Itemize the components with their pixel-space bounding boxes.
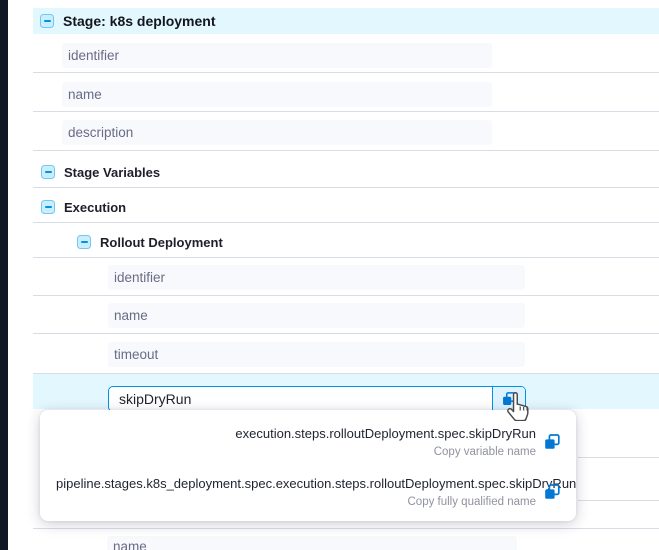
field-label: name (68, 87, 102, 102)
step-identifier-field[interactable]: identifier (108, 265, 525, 290)
section-label: Execution (64, 200, 126, 215)
copy-variable-name-caption: Copy variable name (56, 446, 536, 458)
stage-header-row[interactable]: Stage: k8s deployment (33, 8, 659, 34)
step-timeout-field[interactable]: timeout (108, 342, 525, 367)
field-label: timeout (114, 347, 158, 362)
row-divider (33, 528, 659, 529)
row-divider (33, 257, 659, 258)
section-label: Rollout Deployment (100, 235, 223, 250)
stage-description-field[interactable]: description (62, 120, 492, 145)
row-divider (33, 150, 659, 151)
field-label: description (68, 125, 133, 140)
row-divider (33, 111, 659, 112)
field-label: identifier (114, 270, 165, 285)
field-label: name (113, 539, 147, 550)
stage-name-field[interactable]: name (62, 82, 492, 107)
row-divider (33, 72, 659, 73)
row-divider (578, 500, 659, 501)
left-dark-panel-edge (0, 0, 8, 550)
variable-name-text[interactable]: skipDryRun (109, 387, 492, 411)
stage-identifier-field[interactable]: identifier (62, 43, 492, 68)
section-label: Stage Variables (64, 165, 160, 180)
copy-variable-popover: execution.steps.rolloutDeployment.spec.s… (40, 410, 576, 521)
copy-icon[interactable] (544, 484, 560, 500)
variables-panel: Stage: k8s deployment identifier name de… (0, 0, 659, 550)
section-execution[interactable]: Execution (33, 195, 659, 219)
collapse-minus-icon[interactable] (41, 165, 55, 179)
step-name-field[interactable]: name (108, 303, 525, 328)
field-label: name (114, 308, 148, 323)
copy-button[interactable] (492, 387, 525, 411)
row-divider (33, 187, 659, 188)
variable-name-value: execution.steps.rolloutDeployment.spec.s… (56, 426, 536, 441)
row-divider (33, 222, 659, 223)
collapse-minus-icon[interactable] (77, 235, 91, 249)
copy-icon (502, 392, 516, 406)
field-label: identifier (68, 48, 119, 63)
copy-fqn-item[interactable]: pipeline.stages.k8s_deployment.spec.exec… (40, 470, 576, 514)
row-divider (33, 333, 659, 334)
bottom-name-field[interactable]: name (107, 536, 517, 550)
copy-fqn-caption: Copy fully qualified name (56, 496, 536, 508)
fqn-value: pipeline.stages.k8s_deployment.spec.exec… (56, 476, 536, 491)
section-rollout-deployment[interactable]: Rollout Deployment (33, 230, 659, 254)
collapse-minus-icon[interactable] (41, 200, 55, 214)
collapse-minus-icon[interactable] (40, 14, 54, 28)
stage-title: Stage: k8s deployment (63, 13, 216, 29)
skipdryrun-input[interactable]: skipDryRun (108, 386, 526, 412)
row-divider (33, 295, 659, 296)
row-divider (578, 457, 659, 458)
copy-variable-name-item[interactable]: execution.steps.rolloutDeployment.spec.s… (40, 420, 576, 464)
section-stage-variables[interactable]: Stage Variables (33, 160, 659, 184)
copy-icon[interactable] (544, 434, 560, 450)
